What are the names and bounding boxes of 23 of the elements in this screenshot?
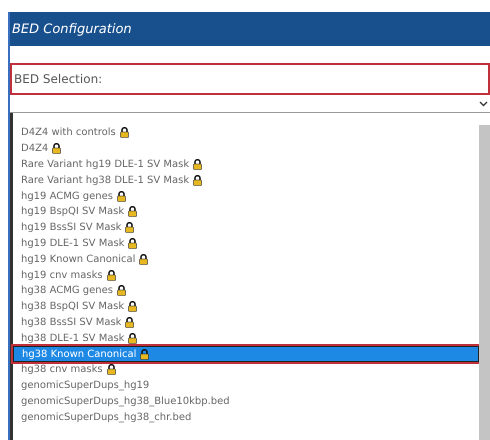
list-item[interactable]: hg38 ACMG genes [13,282,479,299]
selection-label: BED Selection: [14,72,102,86]
list-item[interactable]: hg38 BspQI SV Mask [13,298,479,315]
window-title: BED Configuration [12,22,132,36]
list-item[interactable]: hg38 Known Canonical [13,346,479,362]
list-item[interactable]: hg19 ACMG genes [13,188,479,204]
scrollbar[interactable] [479,125,490,440]
list-item[interactable]: D4Z4 [13,140,479,157]
list-item[interactable]: D4Z4 with controls [13,125,479,141]
list-item[interactable]: hg19 BssSI SV Mask [13,220,479,236]
list-item[interactable]: hg19 BspQI SV Mask [13,204,479,220]
chevron-icon [479,100,488,106]
list-item[interactable]: hg19 Known Canonical [13,251,479,268]
list-item[interactable]: genomicSuperDups_hg38_Blue10kbp.bed [13,394,479,410]
list-item[interactable]: genomicSuperDups_hg38_chr.bed [13,409,479,426]
list-item[interactable]: hg38 cnv masks [13,362,479,378]
list-item[interactable]: hg19 DLE-1 SV Mask [13,236,479,252]
list-item[interactable]: hg38 BssSI SV Mask [13,314,479,330]
list-item[interactable]: hg38 DLE-1 SV Mask [13,330,479,346]
list-item[interactable]: Rare Variant hg38 DLE-1 SV Mask [13,172,479,188]
list-item[interactable]: Rare Variant hg19 DLE-1 SV Mask [13,156,479,172]
list-item[interactable]: genomicSuperDups_hg19 [13,378,479,394]
list-item[interactable]: hg19 cnv masks [13,267,479,283]
